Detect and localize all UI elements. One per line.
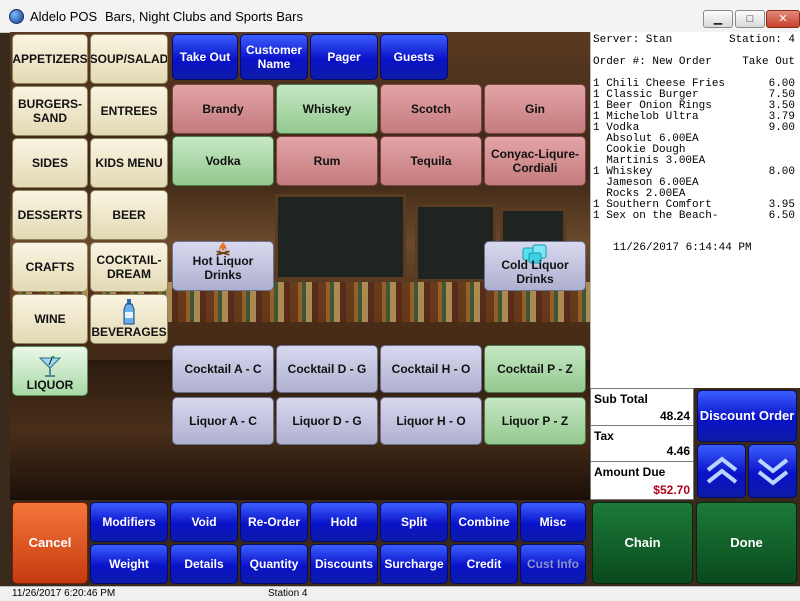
hold-button[interactable]: Hold — [310, 502, 378, 542]
misc-button[interactable]: Misc — [520, 502, 586, 542]
liquor-d-g-button[interactable]: Liquor D - G — [276, 397, 378, 445]
receipt-line[interactable]: 1 Sex on the Beach- 6.50 — [593, 211, 795, 222]
customer-name-button[interactable]: Customer Name — [240, 34, 308, 80]
tequila-button[interactable]: Tequila — [380, 136, 482, 186]
double-chevron-down-icon — [757, 458, 788, 486]
minimize-button[interactable]: ▁ — [703, 10, 733, 28]
server-name: Server: Stan — [593, 34, 673, 46]
brandy-button[interactable]: Brandy — [172, 84, 274, 134]
hot-liquor-drinks-button[interactable]: Hot Liquor Drinks — [172, 241, 274, 291]
tax-value: 4.46 — [666, 444, 690, 458]
credit-button[interactable]: Credit — [450, 544, 518, 584]
cust-info-button[interactable]: Cust Info — [520, 544, 586, 584]
weight-button[interactable]: Weight — [90, 544, 168, 584]
category-cocktail-dream[interactable]: COCKTAIL-DREAM — [90, 242, 168, 292]
category-crafts[interactable]: CRAFTS — [12, 242, 88, 292]
category-burgers-sand[interactable]: BURGERS-SAND — [12, 86, 88, 136]
category-beverages[interactable]: BEVERAGES — [90, 294, 168, 344]
title-bar: Aldelo POS Bars, Night Clubs and Sports … — [0, 0, 800, 33]
split-button[interactable]: Split — [380, 502, 448, 542]
receipt-header-server: Server: Stan Station: 4 — [593, 35, 795, 46]
cocktail-d-g-button[interactable]: Cocktail D - G — [276, 345, 378, 393]
amount-due-label: Amount Due — [594, 465, 666, 479]
done-button[interactable]: Done — [696, 502, 797, 584]
status-station: Station 4 — [268, 588, 308, 599]
status-datetime: 11/26/2017 6:20:46 PM — [12, 588, 116, 599]
category-desserts[interactable]: DESSERTS — [12, 190, 88, 240]
status-bar: 11/26/2017 6:20:46 PM Station 4 — [0, 586, 800, 601]
app-logo-icon — [9, 9, 24, 24]
subtotal-label: Sub Total — [594, 392, 648, 406]
surcharge-button[interactable]: Surcharge — [380, 544, 448, 584]
category-kids-menu[interactable]: KIDS MENU — [90, 138, 168, 188]
tax-label: Tax — [594, 429, 614, 443]
guests-button[interactable]: Guests — [380, 34, 448, 80]
discounts-button[interactable]: Discounts — [310, 544, 378, 584]
app-name: Aldelo POS — [30, 9, 98, 24]
take-out-button[interactable]: Take Out — [172, 34, 238, 80]
gin-button[interactable]: Gin — [484, 84, 586, 134]
category-liquor[interactable]: LIQUOR — [12, 346, 88, 396]
details-button[interactable]: Details — [170, 544, 238, 584]
category-appetizers[interactable]: APPETIZERS — [12, 34, 88, 84]
double-chevron-up-icon — [706, 456, 737, 484]
hot-liquor-drinks-label: Hot Liquor Drinks — [192, 254, 254, 282]
order-totals: Sub Total 48.24 Tax 4.46 Amount Due $52.… — [590, 388, 694, 500]
cocktail-h-o-button[interactable]: Cocktail H - O — [380, 345, 482, 393]
receipt-header-order: Order #: New Order Take Out — [593, 57, 795, 68]
liquor-h-o-button[interactable]: Liquor H - O — [380, 397, 482, 445]
order-receipt: Server: Stan Station: 4 Order #: New Orde… — [590, 32, 800, 388]
void-button[interactable]: Void — [170, 502, 238, 542]
category-soup-salad[interactable]: SOUP/SALAD — [90, 34, 168, 84]
chain-button[interactable]: Chain — [592, 502, 693, 584]
rum-button[interactable]: Rum — [276, 136, 378, 186]
receipt-timestamp: 11/26/2017 6:14:44 PM — [613, 242, 752, 254]
maximize-button[interactable]: □ — [735, 10, 765, 28]
order-number: Order #: New Order — [593, 56, 712, 68]
pager-button[interactable]: Pager — [310, 34, 378, 80]
category-entrees[interactable]: ENTREES — [90, 86, 168, 136]
category-liquor-label: LIQUOR — [26, 378, 74, 392]
cold-liquor-drinks-button[interactable]: Cold Liquor Drinks — [484, 241, 586, 291]
cocktail-p-z-button[interactable]: Cocktail P - Z — [484, 345, 586, 393]
conyac-liqure-cordiali-button[interactable]: Conyac-Liqure-Cordiali — [484, 136, 586, 186]
modifiers-button[interactable]: Modifiers — [90, 502, 168, 542]
quantity-button[interactable]: Quantity — [240, 544, 308, 584]
order-type: Take Out — [742, 56, 795, 68]
scotch-button[interactable]: Scotch — [380, 84, 482, 134]
close-button[interactable]: ✕ — [766, 10, 800, 28]
cancel-button[interactable]: Cancel — [12, 502, 88, 584]
scroll-down-button[interactable] — [748, 444, 797, 498]
whiskey-button[interactable]: Whiskey — [276, 84, 378, 134]
scroll-up-button[interactable] — [697, 444, 746, 498]
liquor-a-c-button[interactable]: Liquor A - C — [172, 397, 274, 445]
category-wine[interactable]: WINE — [12, 294, 88, 344]
vodka-button[interactable]: Vodka — [172, 136, 274, 186]
category-sides[interactable]: SIDES — [12, 138, 88, 188]
re-order-button[interactable]: Re-Order — [240, 502, 308, 542]
discount-order-button[interactable]: Discount Order — [697, 390, 797, 442]
amount-due-value: $52.70 — [653, 483, 690, 497]
cold-liquor-drinks-label: Cold Liquor Drinks — [501, 258, 569, 286]
category-beverages-label: BEVERAGES — [91, 325, 167, 339]
category-beer[interactable]: BEER — [90, 190, 168, 240]
bottle-icon — [123, 299, 135, 325]
martini-glass-icon — [38, 356, 62, 377]
cocktail-a-c-button[interactable]: Cocktail A - C — [172, 345, 274, 393]
station-number: Station: 4 — [728, 34, 795, 46]
combine-button[interactable]: Combine — [450, 502, 518, 542]
subtotal-value: 48.24 — [659, 409, 690, 423]
liquor-p-z-button[interactable]: Liquor P - Z — [484, 397, 586, 445]
window-subtitle: Bars, Night Clubs and Sports Bars — [105, 9, 303, 24]
